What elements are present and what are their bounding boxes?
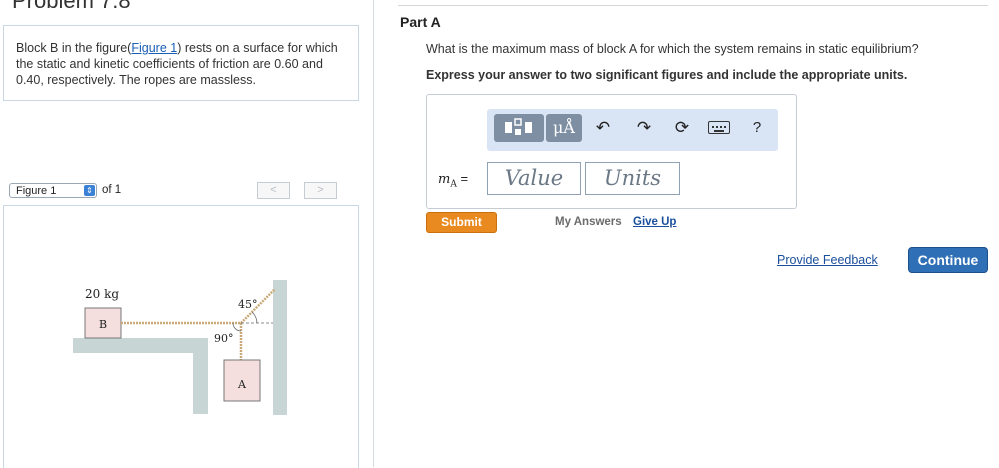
reset-icon[interactable]: ⟳ — [670, 115, 694, 141]
table-edge — [193, 338, 208, 414]
figure-select-value: Figure 1 — [16, 185, 57, 197]
undo-icon[interactable]: ↶ — [591, 115, 615, 141]
units-button[interactable]: μÅ — [546, 114, 582, 142]
keyboard-icon[interactable] — [708, 121, 730, 134]
variable-main: m — [438, 172, 451, 187]
angle-90-label: 90° — [214, 332, 234, 345]
block-b-label: B — [99, 318, 107, 331]
part-heading: Part A — [400, 14, 441, 30]
units-input[interactable]: Units — [585, 162, 680, 195]
my-answers-link[interactable]: My Answers — [555, 216, 622, 228]
block-a-label: A — [237, 378, 247, 391]
table-surface — [73, 338, 208, 353]
redo-icon[interactable]: ↷ — [632, 115, 656, 141]
variable-label: mA = — [438, 171, 468, 190]
next-figure-button[interactable]: > — [304, 182, 337, 199]
help-icon[interactable]: ? — [745, 115, 769, 141]
give-up-link[interactable]: Give Up — [633, 216, 676, 228]
value-input[interactable]: Value — [487, 162, 581, 195]
figure-select[interactable]: Figure 1 ⇕ — [9, 183, 97, 198]
mass-b-label: 20 kg — [85, 287, 119, 301]
figure-link[interactable]: Figure 1 — [131, 41, 177, 55]
physics-figure: 20 kg B A 45° 90° — [73, 280, 287, 415]
problem-text-before: Block B in the figure( — [16, 41, 132, 55]
problem-statement: Block B in the figure(Figure 1) rests on… — [16, 40, 346, 88]
template-icon — [505, 118, 532, 135]
page-title: Problem 7.8 — [12, 0, 131, 13]
angle-arc-45 — [251, 311, 258, 324]
figure-count: of 1 — [102, 184, 122, 196]
column-divider — [373, 0, 374, 467]
select-chevron-icon: ⇕ — [84, 185, 95, 196]
wall — [273, 280, 287, 415]
provide-feedback-link[interactable]: Provide Feedback — [777, 253, 878, 267]
submit-button[interactable]: Submit — [426, 212, 497, 233]
angle-45-label: 45° — [238, 298, 258, 311]
instruction-text: Express your answer to two significant f… — [426, 68, 908, 82]
prev-figure-button[interactable]: < — [257, 182, 290, 199]
question-text: What is the maximum mass of block A for … — [426, 42, 919, 56]
template-button[interactable] — [494, 114, 544, 142]
variable-equals: = — [456, 171, 469, 186]
part-divider — [398, 5, 988, 6]
continue-button[interactable]: Continue — [908, 247, 988, 273]
